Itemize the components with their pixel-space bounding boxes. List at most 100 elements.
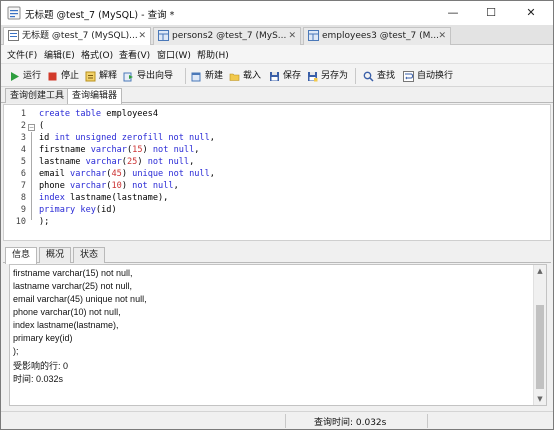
export-wizard-label: 导出向导 — [137, 71, 174, 81]
message-line: phone varchar(10) not null, — [13, 307, 121, 317]
maximize-button[interactable]: ☐ — [471, 1, 511, 25]
tab-query-untitled[interactable]: 无标题 @test_7 (MySQL)... ✕ — [3, 27, 151, 46]
menu-bar: 文件(F) 编辑(E) 格式(O) 查看(V) 窗口(W) 帮助(H) — [1, 45, 553, 63]
code-line-3: id int unsigned zerofill not null, — [39, 133, 215, 143]
menu-format[interactable]: 格式(O) — [81, 48, 113, 61]
stop-button[interactable]: 停止 — [47, 68, 79, 84]
status-bar: 查询时间: 0.032s — [1, 411, 553, 429]
table-icon — [158, 30, 169, 41]
line-number: 5 — [20, 157, 26, 167]
fold-guide — [31, 132, 32, 220]
code-line-5: lastname varchar(25) not null, — [39, 157, 195, 167]
menu-edit[interactable]: 编辑(E) — [44, 48, 75, 61]
message-line: primary key(id) — [13, 333, 73, 343]
app-window: 无标题 @test_7 (MySQL) - 查询 * — ☐ ✕ 无标题 @te… — [0, 0, 554, 430]
tab-persons2[interactable]: persons2 @test_7 (MyS... ✕ — [153, 27, 301, 45]
tab-status[interactable]: 状态 — [73, 247, 106, 263]
message-line: email varchar(45) unique not null, — [13, 294, 147, 304]
export-icon — [123, 72, 133, 82]
sql-editor[interactable]: 1 2 3 4 5 6 7 8 9 10 − create table empl… — [3, 104, 551, 241]
tab-label: persons2 @test_7 (MyS... — [172, 31, 287, 41]
message-output[interactable]: firstname varchar(15) not null, lastname… — [9, 264, 547, 406]
status-divider — [285, 414, 286, 428]
find-label: 查找 — [377, 71, 396, 81]
line-number: 10 — [15, 217, 26, 227]
code-line-4: firstname varchar(15) not null, — [39, 145, 200, 155]
menu-help[interactable]: 帮助(H) — [197, 48, 229, 61]
minimize-button[interactable]: — — [433, 1, 473, 25]
navicat-query-icon — [7, 6, 21, 20]
code-line-10: ); — [39, 217, 50, 227]
folder-icon — [229, 73, 240, 81]
query-time-status: 查询时间: 0.032s — [314, 418, 387, 428]
auto-wrap-button[interactable]: 自动换行 — [403, 68, 453, 84]
tab-query-editor[interactable]: 查询编辑器 — [67, 88, 123, 104]
message-line: firstname varchar(15) not null, — [13, 268, 133, 278]
new-icon — [191, 72, 201, 82]
time-line: 时间: 0.032s — [13, 374, 64, 384]
message-line: index lastname(lastname), — [13, 320, 119, 330]
menu-view[interactable]: 查看(V) — [119, 48, 150, 61]
window-title: 无标题 @test_7 (MySQL) - 查询 * — [25, 10, 175, 21]
tab-overview[interactable]: 概况 — [39, 247, 72, 263]
query-subtab-bar: 查询创建工具 查询编辑器 — [1, 87, 553, 104]
export-wizard-button[interactable]: 导出向导 — [123, 68, 173, 84]
new-button[interactable]: 新建 — [191, 68, 223, 84]
query-icon — [8, 30, 19, 41]
menu-window[interactable]: 窗口(W) — [157, 48, 191, 61]
scroll-down-icon[interactable]: ▼ — [534, 393, 546, 405]
code-line-9: primary key(id) — [39, 205, 117, 215]
new-label: 新建 — [205, 71, 224, 81]
tab-employees3[interactable]: employees3 @test_7 (M... ✕ — [303, 27, 451, 45]
wrap-icon — [403, 71, 414, 82]
explain-label: 解释 — [99, 71, 118, 81]
load-label: 载入 — [243, 71, 262, 81]
stop-icon — [48, 72, 57, 81]
fold-collapse-icon[interactable]: − — [28, 124, 35, 131]
tab-close-icon[interactable]: ✕ — [438, 28, 446, 44]
save-as-label: 另存为 — [321, 71, 349, 81]
menu-file[interactable]: 文件(F) — [7, 48, 37, 61]
auto-wrap-label: 自动换行 — [417, 71, 454, 81]
code-line-2: ( — [39, 121, 45, 131]
toolbar: 运行 停止 解释 导出向导 新建 载入 保存 另存为 查找 自动换行 — [1, 63, 553, 87]
search-icon — [363, 71, 374, 82]
stop-label: 停止 — [61, 71, 80, 81]
line-number: 2 — [20, 121, 26, 131]
save-label: 保存 — [283, 71, 302, 81]
tab-query-builder[interactable]: 查询创建工具 — [5, 88, 70, 103]
code-line-7: phone varchar(10) not null, — [39, 181, 179, 191]
code-line-8: index lastname(lastname), — [39, 193, 169, 203]
line-number-gutter: 1 2 3 4 5 6 7 8 9 10 − — [4, 105, 35, 240]
tab-close-icon[interactable]: ✕ — [138, 28, 146, 44]
message-line: lastname varchar(25) not null, — [13, 281, 133, 291]
scroll-up-icon[interactable]: ▲ — [534, 265, 546, 277]
panel-splitter[interactable] — [1, 241, 553, 245]
play-icon — [11, 72, 19, 81]
table-icon — [308, 30, 319, 41]
explain-button[interactable]: 解释 — [85, 68, 117, 84]
document-tab-bar: 无标题 @test_7 (MySQL)... ✕ persons2 @test_… — [1, 25, 553, 46]
close-button[interactable]: ✕ — [511, 1, 551, 25]
explain-icon — [85, 71, 96, 82]
tab-info[interactable]: 信息 — [5, 247, 38, 264]
line-number: 4 — [20, 145, 26, 155]
save-as-icon — [308, 72, 318, 82]
save-button[interactable]: 保存 — [269, 68, 301, 84]
line-number: 9 — [20, 205, 26, 215]
result-tab-bar: 信息 概况 状态 — [3, 246, 551, 264]
toolbar-separator — [355, 68, 356, 84]
save-as-button[interactable]: 另存为 — [307, 68, 348, 84]
scroll-thumb[interactable] — [536, 305, 544, 389]
code-line-6: email varchar(45) unique not null, — [39, 169, 215, 179]
load-button[interactable]: 载入 — [229, 68, 261, 84]
line-number: 7 — [20, 181, 26, 191]
message-line: ); — [13, 346, 19, 356]
tab-close-icon[interactable]: ✕ — [288, 28, 296, 44]
code-line-1: create table employees4 — [39, 109, 159, 119]
tab-label: 无标题 @test_7 (MySQL)... — [22, 31, 138, 41]
status-divider — [427, 414, 428, 428]
run-button[interactable]: 运行 — [9, 68, 41, 84]
find-button[interactable]: 查找 — [363, 68, 395, 84]
vertical-scrollbar[interactable]: ▲ ▼ — [533, 265, 546, 405]
